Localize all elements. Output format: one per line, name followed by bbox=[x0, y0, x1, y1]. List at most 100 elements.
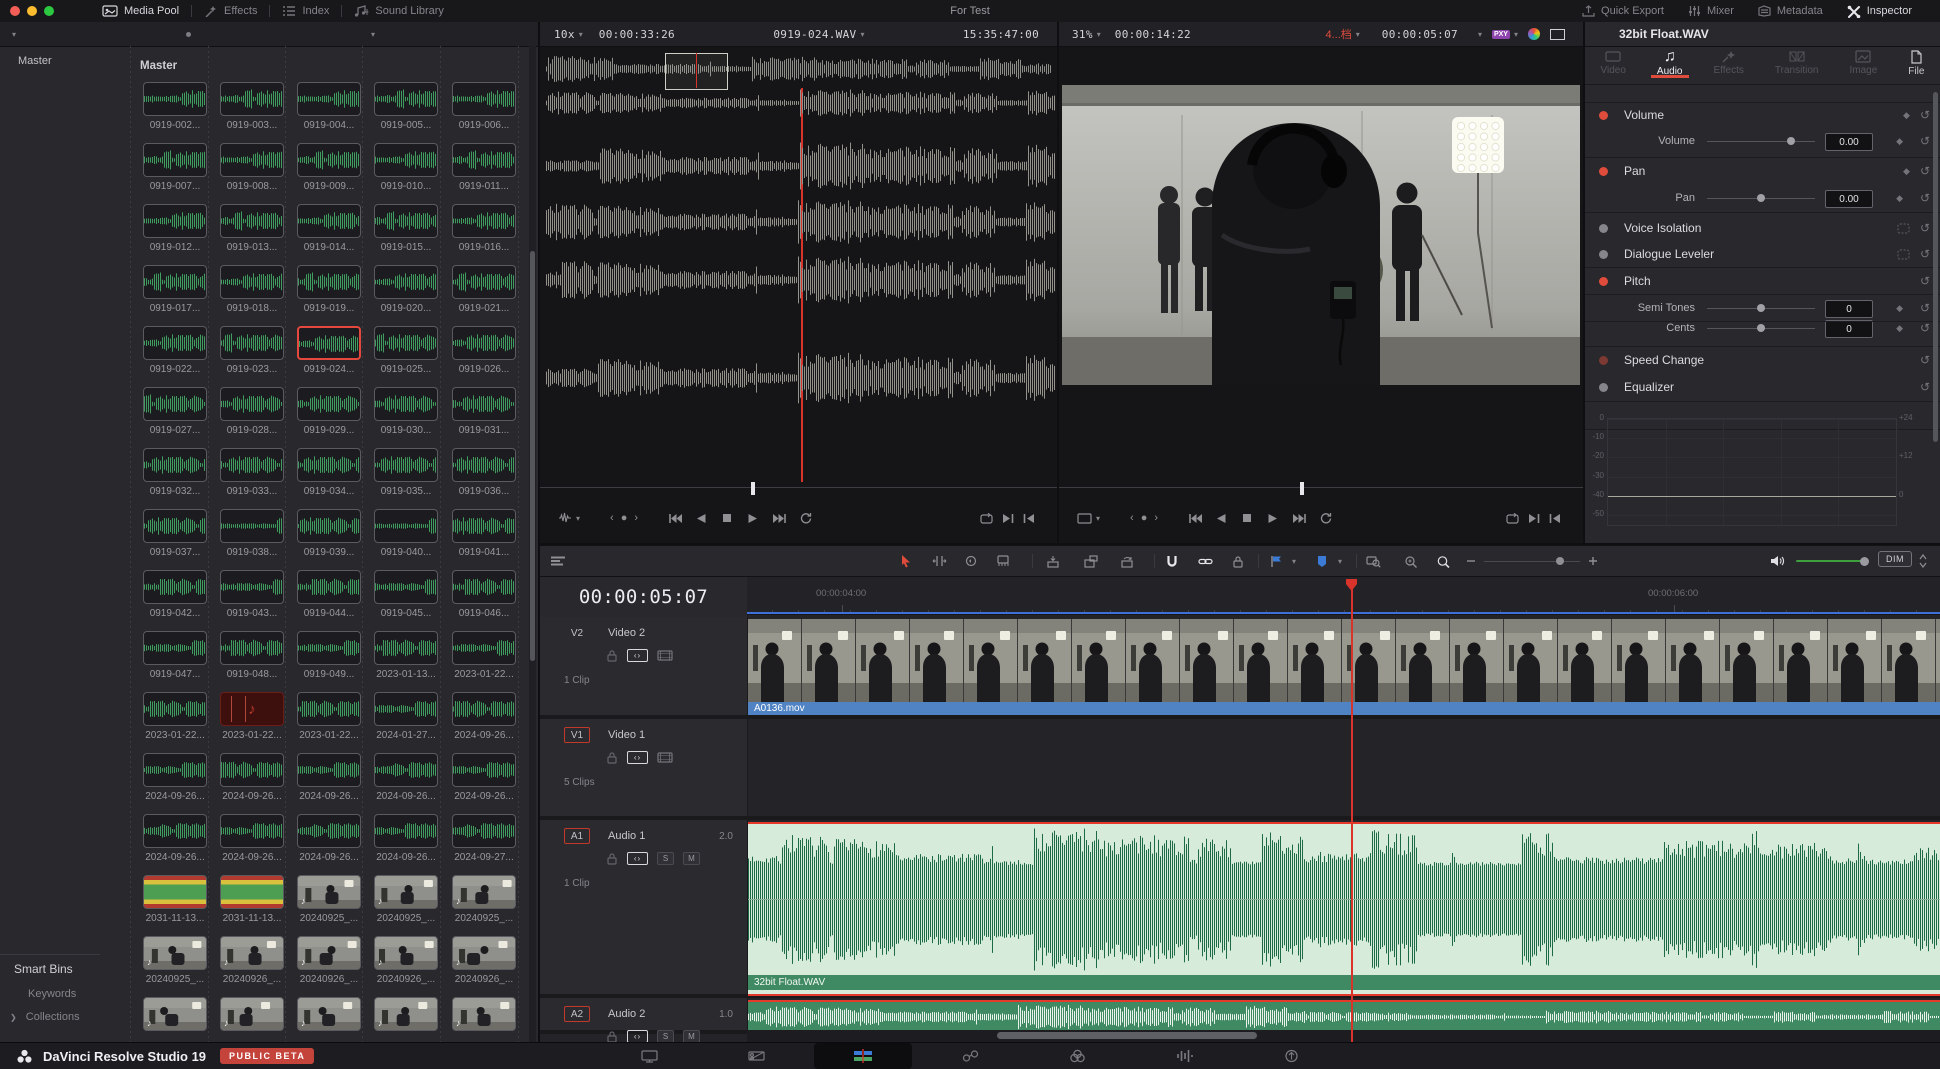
reset-icon[interactable]: ↺ bbox=[1920, 382, 1930, 392]
eq-curve[interactable] bbox=[1608, 496, 1896, 497]
timeline-clip-audio[interactable]: 32bit Float.WAV bbox=[748, 822, 1940, 996]
section-toggle[interactable] bbox=[1599, 277, 1608, 286]
section-toggle[interactable] bbox=[1599, 383, 1608, 392]
media-clip-thumbnail[interactable] bbox=[297, 448, 361, 482]
audio-overview-strip[interactable] bbox=[546, 54, 1051, 87]
track-destination-badge[interactable]: V1 bbox=[564, 727, 590, 743]
media-clip-thumbnail[interactable] bbox=[374, 387, 438, 421]
media-clip-thumbnail[interactable] bbox=[220, 387, 284, 421]
top-tab-effects[interactable]: Effects bbox=[192, 0, 269, 22]
inspector-tab-effects[interactable]: Effects bbox=[1714, 46, 1744, 76]
search-filter-chevron-icon[interactable]: ▾ bbox=[371, 30, 375, 39]
loop-range-button[interactable] bbox=[980, 512, 993, 524]
section-toggle[interactable] bbox=[1599, 167, 1608, 176]
keyframe-diamond-icon[interactable]: ◆ bbox=[1903, 110, 1910, 121]
slider-knob[interactable] bbox=[1787, 137, 1795, 145]
volume-knob[interactable] bbox=[1860, 557, 1869, 566]
auto-select-button[interactable]: ‹› bbox=[627, 852, 648, 865]
param-slider[interactable] bbox=[1707, 308, 1815, 309]
media-clip-thumbnail[interactable] bbox=[297, 204, 361, 238]
inspector-tab-video[interactable]: Video bbox=[1601, 46, 1626, 76]
media-clip-thumbnail[interactable] bbox=[220, 753, 284, 787]
media-clip-thumbnail[interactable]: ♪ bbox=[374, 875, 438, 909]
media-clip-thumbnail[interactable] bbox=[452, 509, 516, 543]
jog-control[interactable]: ‹ ● › bbox=[610, 512, 640, 524]
top-tab-inspector[interactable]: Inspector bbox=[1835, 0, 1924, 22]
selection-mode-button[interactable] bbox=[900, 546, 912, 576]
media-clip-thumbnail[interactable] bbox=[220, 875, 284, 909]
audio-jog-bar[interactable] bbox=[540, 487, 1057, 498]
auto-select-button[interactable]: ‹› bbox=[627, 1030, 648, 1042]
media-clip-thumbnail[interactable]: ♪ bbox=[374, 936, 438, 970]
media-clip-thumbnail[interactable] bbox=[143, 326, 207, 360]
audio-zoom-level[interactable]: 10x bbox=[554, 28, 575, 41]
go-to-last-frame-button[interactable] bbox=[766, 512, 792, 524]
custom-zoom-button[interactable] bbox=[1436, 546, 1451, 576]
timeline-view-options-button[interactable] bbox=[550, 546, 566, 576]
inspector-tab-file[interactable]: File bbox=[1908, 46, 1924, 77]
media-clip-thumbnail[interactable] bbox=[220, 570, 284, 604]
param-slider[interactable] bbox=[1707, 198, 1815, 199]
timeline-name[interactable]: 4...档 bbox=[1325, 26, 1351, 42]
position-lock-button[interactable] bbox=[1232, 546, 1244, 576]
inspector-tab-transition[interactable]: Transition bbox=[1775, 46, 1819, 76]
reset-icon[interactable]: ↺ bbox=[1920, 249, 1930, 260]
slider-knob[interactable] bbox=[1757, 324, 1765, 332]
section-toggle[interactable] bbox=[1599, 356, 1608, 365]
media-clip-thumbnail[interactable] bbox=[452, 448, 516, 482]
detail-zoom-button[interactable] bbox=[1404, 546, 1419, 576]
track-destination-badge[interactable]: A2 bbox=[564, 1006, 590, 1022]
inspector-section-volume[interactable]: Volume◆↺ bbox=[1585, 103, 1940, 127]
zoom-out-button[interactable] bbox=[1466, 546, 1476, 576]
solo-button[interactable]: S bbox=[657, 852, 674, 865]
media-clip-thumbnail[interactable] bbox=[220, 814, 284, 848]
play-around-button[interactable] bbox=[1002, 512, 1014, 524]
insert-clip-button[interactable] bbox=[1046, 546, 1060, 576]
grade-bypass-icon[interactable] bbox=[1528, 28, 1540, 40]
media-clip-thumbnail[interactable] bbox=[143, 387, 207, 421]
inspector-section-speed-change[interactable]: Speed Change↺ bbox=[1585, 348, 1940, 372]
proxy-icon[interactable]: PXY bbox=[1492, 30, 1510, 39]
snapping-button[interactable] bbox=[1166, 546, 1178, 576]
reset-icon[interactable]: ↺ bbox=[1920, 223, 1930, 234]
audio-clip-chevron-icon[interactable]: ▾ bbox=[860, 30, 864, 39]
flag-clip-button[interactable] bbox=[1270, 546, 1282, 576]
media-clip-thumbnail[interactable] bbox=[374, 204, 438, 238]
track-name[interactable]: Audio 2 bbox=[608, 1008, 645, 1020]
media-clip-thumbnail[interactable] bbox=[374, 265, 438, 299]
linked-selection-button[interactable] bbox=[1198, 546, 1213, 576]
media-clip-thumbnail[interactable] bbox=[143, 692, 207, 726]
media-clip-thumbnail[interactable] bbox=[297, 387, 361, 421]
media-clip-thumbnail[interactable] bbox=[452, 326, 516, 360]
top-tab-media-pool[interactable]: Media Pool bbox=[90, 0, 191, 22]
page-button-cut[interactable] bbox=[707, 1043, 805, 1069]
timeline-clip-video[interactable]: A0136.mov bbox=[748, 619, 1940, 715]
media-clip-thumbnail[interactable] bbox=[452, 814, 516, 848]
track-name[interactable]: Video 1 bbox=[608, 729, 645, 741]
media-clip-thumbnail[interactable] bbox=[297, 265, 361, 299]
media-clip-thumbnail[interactable]: ♪ bbox=[220, 936, 284, 970]
auto-select-button[interactable]: ‹› bbox=[627, 751, 648, 764]
bin-list-chevron-icon[interactable]: ▾ bbox=[12, 30, 16, 39]
video-jog-bar[interactable] bbox=[1059, 487, 1583, 498]
reset-icon[interactable]: ↺ bbox=[1920, 134, 1930, 148]
reset-icon[interactable]: ↺ bbox=[1920, 110, 1930, 121]
media-clip-thumbnail[interactable] bbox=[374, 814, 438, 848]
media-clip-thumbnail[interactable] bbox=[452, 82, 516, 116]
page-button-deliver[interactable] bbox=[1242, 1043, 1340, 1069]
media-clip-thumbnail[interactable] bbox=[452, 143, 516, 177]
media-clip-thumbnail[interactable]: ♪ bbox=[220, 692, 284, 726]
loop-button[interactable] bbox=[792, 512, 818, 524]
media-clip-thumbnail[interactable] bbox=[143, 143, 207, 177]
track-destination-badge[interactable]: V2 bbox=[564, 625, 590, 641]
audio-monitor-icon[interactable] bbox=[1770, 546, 1785, 576]
jog-control[interactable]: ‹ ● › bbox=[1130, 512, 1160, 524]
page-button-edit[interactable] bbox=[814, 1043, 912, 1069]
keyframe-diamond-icon[interactable]: ◆ bbox=[1903, 166, 1910, 177]
inspector-section-equalizer[interactable]: Equalizer↺ bbox=[1585, 375, 1940, 399]
inspector-section-dialogue-leveler[interactable]: Dialogue Leveler↺ bbox=[1585, 242, 1940, 266]
play-button[interactable] bbox=[740, 512, 766, 524]
media-clip-thumbnail[interactable]: ♪ bbox=[452, 997, 516, 1031]
loop-button[interactable] bbox=[1312, 512, 1338, 524]
play-around-button[interactable] bbox=[1528, 512, 1540, 524]
